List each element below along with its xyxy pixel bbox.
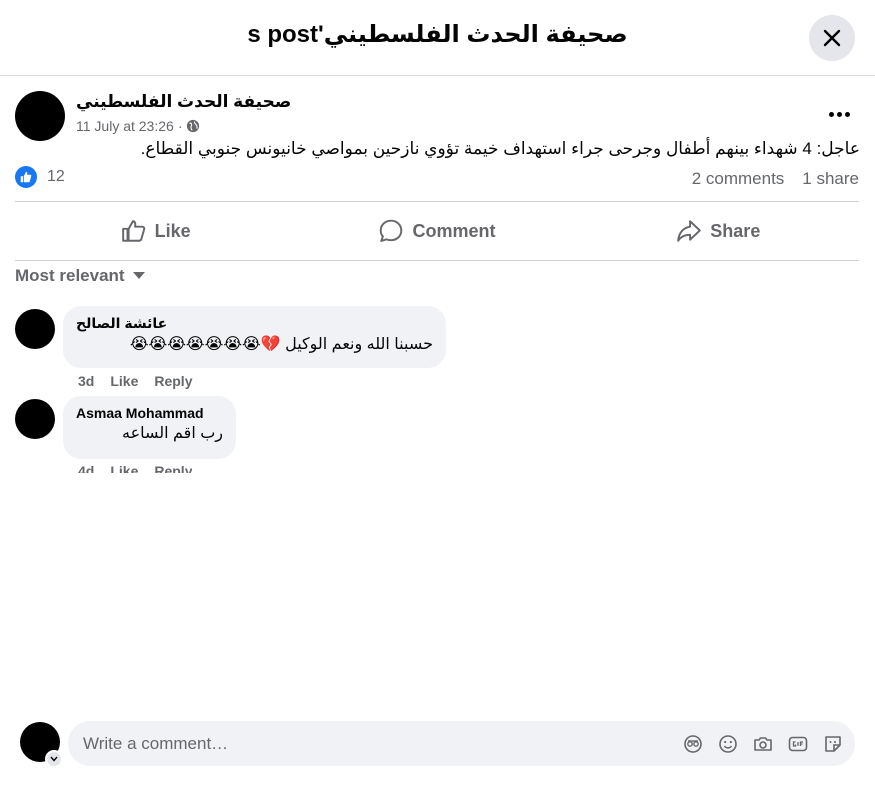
profile-switcher-button[interactable] <box>45 750 63 768</box>
like-reaction-icon <box>15 166 37 188</box>
meta-separator: · <box>177 118 183 134</box>
comment-text: حسبنا الله ونعم الوكيل 💔😭😭😭😭😭😭😭 <box>129 336 433 353</box>
post-options-button[interactable] <box>824 103 854 125</box>
post-actions-bar: Like Comment Share <box>15 202 859 260</box>
avatar-sticker-icon[interactable] <box>683 734 703 754</box>
shares-count[interactable]: 1 share <box>802 169 859 189</box>
comment-bubble: Asmaa Mohammad رب اقم الساعه <box>63 396 236 459</box>
post-meta: 11 July at 23:26 · <box>76 118 200 134</box>
globe-icon <box>187 119 200 133</box>
commenter-avatar[interactable] <box>15 309 55 349</box>
comment-reply-button[interactable]: Reply <box>154 463 192 473</box>
comment-actions: 3d Like Reply <box>78 373 192 389</box>
composer-tools <box>683 734 855 754</box>
camera-icon[interactable] <box>753 734 773 754</box>
reaction-summary[interactable]: 12 <box>15 166 65 188</box>
comment-composer <box>68 721 855 766</box>
reaction-count: 12 <box>47 168 65 185</box>
commenter-name[interactable]: Asmaa Mohammad <box>76 405 223 421</box>
comment-time[interactable]: 4d <box>78 463 94 473</box>
divider <box>15 260 859 261</box>
sticker-icon[interactable] <box>823 734 843 754</box>
share-icon <box>677 220 702 242</box>
comment-actions: 4d Like Reply <box>78 463 192 473</box>
gif-icon[interactable] <box>788 734 808 754</box>
chevron-down-icon <box>50 756 58 762</box>
more-icon <box>828 111 834 117</box>
like-icon <box>121 220 145 242</box>
post-author-name[interactable]: صحيفة الحدث الفلسطيني <box>76 92 291 112</box>
comment-sort-dropdown[interactable]: Most relevant <box>15 266 145 286</box>
post-timestamp[interactable]: 11 July at 23:26 <box>76 118 174 134</box>
comment-bubble: عائشة الصالح حسبنا الله ونعم الوكيل 💔😭😭😭… <box>63 306 446 368</box>
share-button[interactable]: Share <box>578 202 859 260</box>
like-label: Like <box>154 220 191 241</box>
comment-input[interactable] <box>83 733 683 754</box>
close-icon <box>823 29 841 47</box>
share-label: Share <box>710 220 761 241</box>
comment-like-button[interactable]: Like <box>110 463 138 473</box>
close-button[interactable] <box>809 15 855 61</box>
comment-like-button[interactable]: Like <box>110 373 138 389</box>
comment-reply-button[interactable]: Reply <box>154 373 192 389</box>
comments-count[interactable]: 2 comments <box>692 169 785 189</box>
commenter-avatar[interactable] <box>15 399 55 439</box>
commenter-name[interactable]: عائشة الصالح <box>76 315 433 332</box>
comment-time[interactable]: 3d <box>78 373 94 389</box>
comment-text: رب اقم الساعه <box>121 425 223 442</box>
dialog-title: صحيفة الحدث الفلسطيني's post <box>247 21 628 48</box>
comment-icon <box>380 219 403 242</box>
comment-button[interactable]: Comment <box>296 202 577 260</box>
emoji-icon[interactable] <box>718 734 738 754</box>
dialog-header: صحيفة الحدث الفلسطيني's post <box>0 0 875 76</box>
like-button[interactable]: Like <box>15 202 296 260</box>
post-text: عاجل: 4 شهداء بينهم أطفال وجرحى جراء است… <box>140 139 860 158</box>
post-author-avatar[interactable] <box>15 91 65 141</box>
comment-label: Comment <box>412 220 496 241</box>
sort-label: Most relevant <box>15 266 125 285</box>
engagement-counts: 2 comments 1 share <box>692 169 859 189</box>
chevron-down-icon <box>132 272 145 279</box>
